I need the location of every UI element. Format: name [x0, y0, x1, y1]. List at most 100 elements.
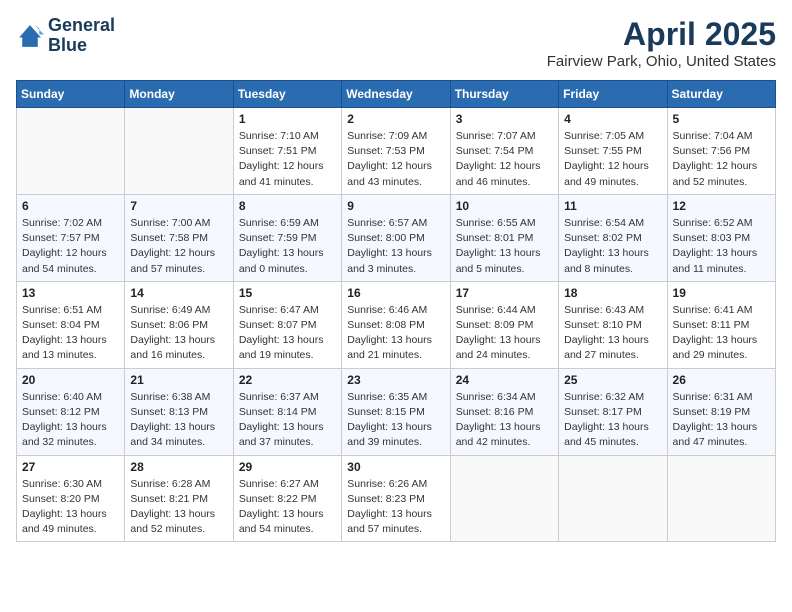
calendar-cell: 16 Sunrise: 6:46 AM Sunset: 8:08 PM Dayli… — [342, 281, 450, 368]
day-number: 9 — [347, 199, 444, 213]
calendar-cell: 14 Sunrise: 6:49 AM Sunset: 8:06 PM Dayli… — [125, 281, 233, 368]
day-header-saturday: Saturday — [667, 81, 775, 108]
day-number: 27 — [22, 460, 119, 474]
day-header-thursday: Thursday — [450, 81, 558, 108]
day-number: 6 — [22, 199, 119, 213]
calendar-cell: 25 Sunrise: 6:32 AM Sunset: 8:17 PM Dayli… — [559, 368, 667, 455]
calendar-table: SundayMondayTuesdayWednesdayThursdayFrid… — [16, 80, 776, 542]
calendar-cell: 9 Sunrise: 6:57 AM Sunset: 8:00 PM Daylig… — [342, 194, 450, 281]
day-info: Sunrise: 7:05 AM Sunset: 7:55 PM Dayligh… — [564, 129, 661, 190]
calendar-body: 1 Sunrise: 7:10 AM Sunset: 7:51 PM Daylig… — [17, 108, 776, 542]
calendar-week-4: 20 Sunrise: 6:40 AM Sunset: 8:12 PM Dayli… — [17, 368, 776, 455]
day-number: 25 — [564, 373, 661, 387]
calendar-cell: 11 Sunrise: 6:54 AM Sunset: 8:02 PM Dayli… — [559, 194, 667, 281]
day-number: 4 — [564, 112, 661, 126]
day-header-friday: Friday — [559, 81, 667, 108]
day-number: 29 — [239, 460, 336, 474]
day-info: Sunrise: 6:37 AM Sunset: 8:14 PM Dayligh… — [239, 390, 336, 451]
day-info: Sunrise: 6:59 AM Sunset: 7:59 PM Dayligh… — [239, 216, 336, 277]
calendar-cell: 2 Sunrise: 7:09 AM Sunset: 7:53 PM Daylig… — [342, 108, 450, 195]
location: Fairview Park, Ohio, United States — [547, 53, 776, 70]
calendar-cell: 28Sunrise: 6:28 AM Sunset: 8:21 PM Dayli… — [125, 455, 233, 542]
day-info: Sunrise: 7:10 AM Sunset: 7:51 PM Dayligh… — [239, 129, 336, 190]
day-info: Sunrise: 6:32 AM Sunset: 8:17 PM Dayligh… — [564, 390, 661, 451]
day-info: Sunrise: 6:38 AM Sunset: 8:13 PM Dayligh… — [130, 390, 227, 451]
day-number: 19 — [673, 286, 770, 300]
month-title: April 2025 — [547, 16, 776, 53]
calendar-cell — [17, 108, 125, 195]
day-number: 30 — [347, 460, 444, 474]
calendar-header: SundayMondayTuesdayWednesdayThursdayFrid… — [17, 81, 776, 108]
day-info: Sunrise: 6:34 AM Sunset: 8:16 PM Dayligh… — [456, 390, 553, 451]
calendar-cell — [125, 108, 233, 195]
day-info: Sunrise: 6:28 AM Sunset: 8:21 PM Dayligh… — [130, 477, 227, 538]
day-info: Sunrise: 6:41 AM Sunset: 8:11 PM Dayligh… — [673, 303, 770, 364]
calendar-cell: 5 Sunrise: 7:04 AM Sunset: 7:56 PM Daylig… — [667, 108, 775, 195]
day-header-sunday: Sunday — [17, 81, 125, 108]
day-number: 20 — [22, 373, 119, 387]
calendar-cell — [559, 455, 667, 542]
page-header: General Blue April 2025 Fairview Park, O… — [16, 16, 776, 70]
calendar-cell: 24 Sunrise: 6:34 AM Sunset: 8:16 PM Dayli… — [450, 368, 558, 455]
day-number: 1 — [239, 112, 336, 126]
day-info: Sunrise: 6:47 AM Sunset: 8:07 PM Dayligh… — [239, 303, 336, 364]
calendar-cell: 6 Sunrise: 7:02 AM Sunset: 7:57 PM Daylig… — [17, 194, 125, 281]
day-info: Sunrise: 6:26 AM Sunset: 8:23 PM Dayligh… — [347, 477, 444, 538]
day-number: 10 — [456, 199, 553, 213]
day-info: Sunrise: 7:02 AM Sunset: 7:57 PM Dayligh… — [22, 216, 119, 277]
day-info: Sunrise: 6:27 AM Sunset: 8:22 PM Dayligh… — [239, 477, 336, 538]
day-number: 21 — [130, 373, 227, 387]
day-info: Sunrise: 6:35 AM Sunset: 8:15 PM Dayligh… — [347, 390, 444, 451]
day-number: 24 — [456, 373, 553, 387]
calendar-week-2: 6 Sunrise: 7:02 AM Sunset: 7:57 PM Daylig… — [17, 194, 776, 281]
calendar-cell: 29 Sunrise: 6:27 AM Sunset: 8:22 PM Dayli… — [233, 455, 341, 542]
day-number: 3 — [456, 112, 553, 126]
day-info: Sunrise: 6:49 AM Sunset: 8:06 PM Dayligh… — [130, 303, 227, 364]
logo-icon — [16, 22, 44, 50]
logo: General Blue — [16, 16, 115, 56]
day-header-tuesday: Tuesday — [233, 81, 341, 108]
day-info: Sunrise: 6:40 AM Sunset: 8:12 PM Dayligh… — [22, 390, 119, 451]
day-number: 16 — [347, 286, 444, 300]
day-info: Sunrise: 6:43 AM Sunset: 8:10 PM Dayligh… — [564, 303, 661, 364]
calendar-cell: 22Sunrise: 6:37 AM Sunset: 8:14 PM Dayli… — [233, 368, 341, 455]
day-number: 11 — [564, 199, 661, 213]
calendar-cell: 18 Sunrise: 6:43 AM Sunset: 8:10 PM Dayli… — [559, 281, 667, 368]
calendar-cell: 27Sunrise: 6:30 AM Sunset: 8:20 PM Dayli… — [17, 455, 125, 542]
day-number: 5 — [673, 112, 770, 126]
calendar-cell: 23Sunrise: 6:35 AM Sunset: 8:15 PM Dayli… — [342, 368, 450, 455]
calendar-cell: 19 Sunrise: 6:41 AM Sunset: 8:11 PM Dayli… — [667, 281, 775, 368]
day-info: Sunrise: 6:55 AM Sunset: 8:01 PM Dayligh… — [456, 216, 553, 277]
day-info: Sunrise: 7:04 AM Sunset: 7:56 PM Dayligh… — [673, 129, 770, 190]
day-number: 15 — [239, 286, 336, 300]
day-info: Sunrise: 6:51 AM Sunset: 8:04 PM Dayligh… — [22, 303, 119, 364]
calendar-cell — [450, 455, 558, 542]
day-number: 13 — [22, 286, 119, 300]
day-number: 7 — [130, 199, 227, 213]
day-info: Sunrise: 6:52 AM Sunset: 8:03 PM Dayligh… — [673, 216, 770, 277]
calendar-cell: 4 Sunrise: 7:05 AM Sunset: 7:55 PM Daylig… — [559, 108, 667, 195]
calendar-cell: 8Sunrise: 6:59 AM Sunset: 7:59 PM Daylig… — [233, 194, 341, 281]
day-number: 18 — [564, 286, 661, 300]
day-info: Sunrise: 7:09 AM Sunset: 7:53 PM Dayligh… — [347, 129, 444, 190]
header-row: SundayMondayTuesdayWednesdayThursdayFrid… — [17, 81, 776, 108]
day-info: Sunrise: 6:54 AM Sunset: 8:02 PM Dayligh… — [564, 216, 661, 277]
calendar-week-1: 1 Sunrise: 7:10 AM Sunset: 7:51 PM Daylig… — [17, 108, 776, 195]
day-number: 14 — [130, 286, 227, 300]
day-info: Sunrise: 6:46 AM Sunset: 8:08 PM Dayligh… — [347, 303, 444, 364]
day-info: Sunrise: 6:57 AM Sunset: 8:00 PM Dayligh… — [347, 216, 444, 277]
calendar-cell: 10 Sunrise: 6:55 AM Sunset: 8:01 PM Dayli… — [450, 194, 558, 281]
day-header-wednesday: Wednesday — [342, 81, 450, 108]
day-number: 12 — [673, 199, 770, 213]
title-block: April 2025 Fairview Park, Ohio, United S… — [547, 16, 776, 70]
calendar-cell: 1 Sunrise: 7:10 AM Sunset: 7:51 PM Daylig… — [233, 108, 341, 195]
day-number: 2 — [347, 112, 444, 126]
calendar-week-3: 13 Sunrise: 6:51 AM Sunset: 8:04 PM Dayli… — [17, 281, 776, 368]
calendar-cell: 20 Sunrise: 6:40 AM Sunset: 8:12 PM Dayli… — [17, 368, 125, 455]
calendar-cell: 12 Sunrise: 6:52 AM Sunset: 8:03 PM Dayli… — [667, 194, 775, 281]
calendar-cell: 30 Sunrise: 6:26 AM Sunset: 8:23 PM Dayli… — [342, 455, 450, 542]
calendar-cell: 3Sunrise: 7:07 AM Sunset: 7:54 PM Daylig… — [450, 108, 558, 195]
day-info: Sunrise: 6:44 AM Sunset: 8:09 PM Dayligh… — [456, 303, 553, 364]
calendar-cell: 7Sunrise: 7:00 AM Sunset: 7:58 PM Daylig… — [125, 194, 233, 281]
calendar-cell — [667, 455, 775, 542]
